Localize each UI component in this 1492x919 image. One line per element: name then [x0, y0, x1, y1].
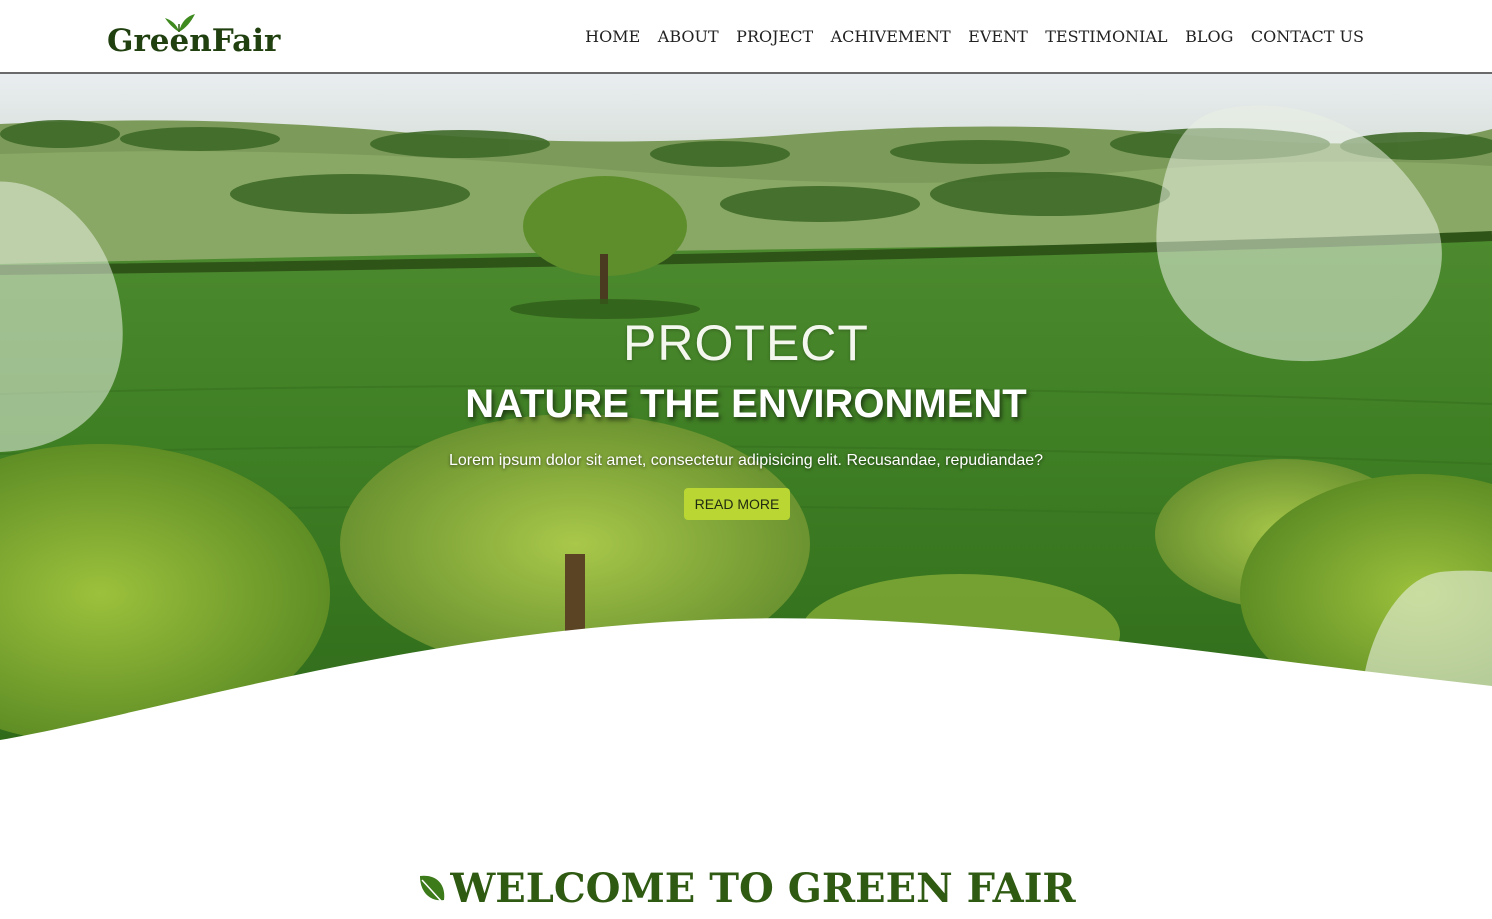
nav-item-achivement[interactable]: ACHIVEMENT: [831, 27, 951, 47]
welcome-section: WELCOME TO GREEN FAIR: [0, 865, 1492, 912]
hero-subtitle: NATURE THE ENVIRONMENT: [465, 382, 1027, 426]
hero-description: Lorem ipsum dolor sit amet, consectetur …: [448, 452, 1044, 469]
main-nav: HOME ABOUT PROJECT ACHIVEMENT EVENT TEST…: [585, 27, 1364, 47]
hero-title: PROTECT: [623, 315, 869, 371]
nav-item-contact-us[interactable]: CONTACT US: [1251, 27, 1364, 47]
nav-item-about[interactable]: ABOUT: [658, 27, 719, 47]
nav-item-home[interactable]: HOME: [585, 27, 640, 47]
welcome-heading: WELCOME TO GREEN FAIR: [416, 865, 1076, 912]
hero-section: PROTECT NATURE THE ENVIRONMENT Lorem ips…: [0, 74, 1492, 754]
nav-item-testimonial[interactable]: TESTIMONIAL: [1045, 27, 1167, 47]
nav-item-blog[interactable]: BLOG: [1185, 27, 1233, 47]
welcome-title: WELCOME TO GREEN FAIR: [450, 865, 1076, 912]
leaf-icon: [420, 875, 445, 903]
site-header: GreenFair HOME ABOUT PROJECT ACHIVEMENT …: [0, 0, 1492, 74]
nav-item-event[interactable]: EVENT: [968, 27, 1028, 47]
read-more-button[interactable]: READ MORE: [684, 488, 790, 520]
logo-text: GreenFair: [107, 23, 281, 59]
nav-item-project[interactable]: PROJECT: [736, 27, 813, 47]
logo[interactable]: GreenFair: [107, 10, 307, 60]
